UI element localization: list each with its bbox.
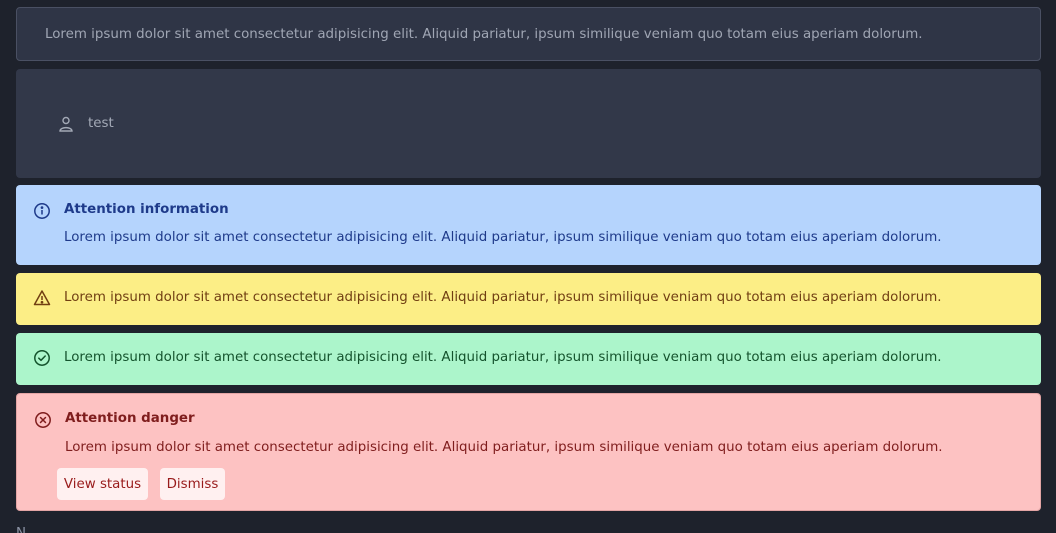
info-circle-icon (33, 202, 51, 220)
warning-alert: Lorem ipsum dolor sit amet consectetur a… (16, 273, 1041, 325)
warning-alert-message: Lorem ipsum dolor sit amet consectetur a… (64, 290, 942, 305)
plain-alert-message: Lorem ipsum dolor sit amet consectetur a… (45, 26, 923, 42)
footer-text-fragment: N (16, 526, 26, 533)
user-label: test (88, 116, 114, 131)
success-alert: Lorem ipsum dolor sit amet consectetur a… (16, 333, 1041, 385)
page: Lorem ipsum dolor sit amet consectetur a… (0, 0, 1056, 533)
danger-alert: Attention danger Lorem ipsum dolor sit a… (16, 393, 1041, 511)
warning-triangle-icon (33, 289, 51, 307)
info-alert: Attention information Lorem ipsum dolor … (16, 185, 1041, 265)
info-alert-message: Lorem ipsum dolor sit amet consectetur a… (64, 230, 942, 245)
dismiss-button[interactable]: Dismiss (160, 468, 225, 500)
danger-alert-message: Lorem ipsum dolor sit amet consectetur a… (65, 440, 943, 455)
info-alert-title: Attention information (64, 202, 229, 217)
success-alert-message: Lorem ipsum dolor sit amet consectetur a… (64, 350, 942, 365)
user-box: test (16, 69, 1041, 178)
danger-alert-title: Attention danger (65, 411, 195, 426)
view-status-button[interactable]: View status (57, 468, 148, 500)
check-circle-icon (33, 349, 51, 367)
user-icon (58, 116, 74, 132)
x-circle-icon (34, 411, 52, 429)
plain-alert: Lorem ipsum dolor sit amet consectetur a… (16, 7, 1041, 61)
